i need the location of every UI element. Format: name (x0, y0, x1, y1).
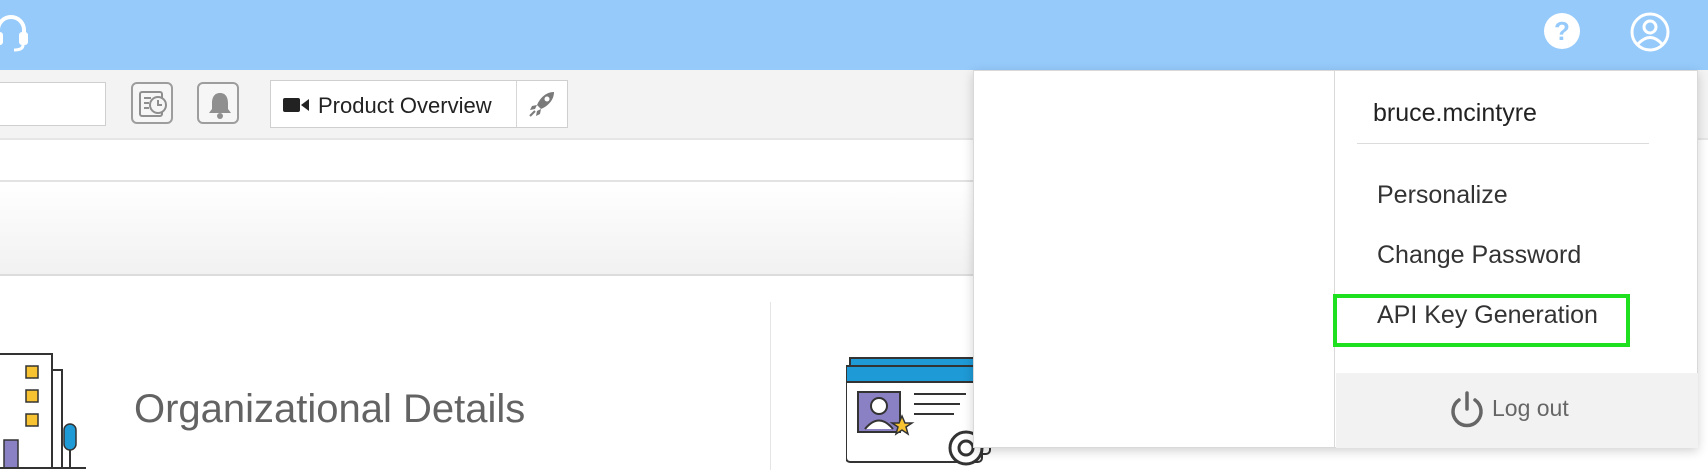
user-menu-dropdown: bruce.mcintyre Personalize Change Passwo… (973, 70, 1698, 448)
product-overview-button[interactable]: Product Overview (270, 80, 568, 128)
logout-button[interactable]: Log out (1336, 373, 1698, 448)
logout-label: Log out (1492, 395, 1569, 421)
dropdown-left-pane (974, 71, 1335, 447)
divider (516, 81, 517, 127)
product-overview-label: Product Overview (318, 93, 492, 118)
notifications-button[interactable] (197, 82, 239, 124)
menu-item-personalize[interactable]: Personalize (1377, 181, 1508, 210)
top-bar: ? (0, 0, 1708, 70)
rocket-icon[interactable] (527, 89, 557, 119)
history-button[interactable] (131, 82, 173, 124)
search-input[interactable] (0, 82, 106, 126)
menu-item-change-password[interactable]: Change Password (1377, 241, 1581, 270)
org-details-title[interactable]: Organizational Details (134, 387, 525, 432)
history-icon (139, 91, 167, 117)
page: ? Product Overview Organizational Detail… (0, 0, 1708, 470)
bell-icon (209, 93, 231, 119)
building-icon (0, 353, 86, 469)
divider (1357, 143, 1649, 144)
user-account-icon[interactable] (1629, 11, 1671, 53)
content-header-band (0, 180, 1000, 276)
power-icon (1451, 391, 1483, 428)
card-divider (770, 302, 771, 470)
highlight-box (1333, 294, 1630, 347)
headset-icon[interactable] (0, 12, 30, 52)
username-label: bruce.mcintyre (1373, 99, 1537, 127)
video-camera-icon (283, 98, 309, 112)
help-icon[interactable]: ? (1544, 13, 1580, 49)
